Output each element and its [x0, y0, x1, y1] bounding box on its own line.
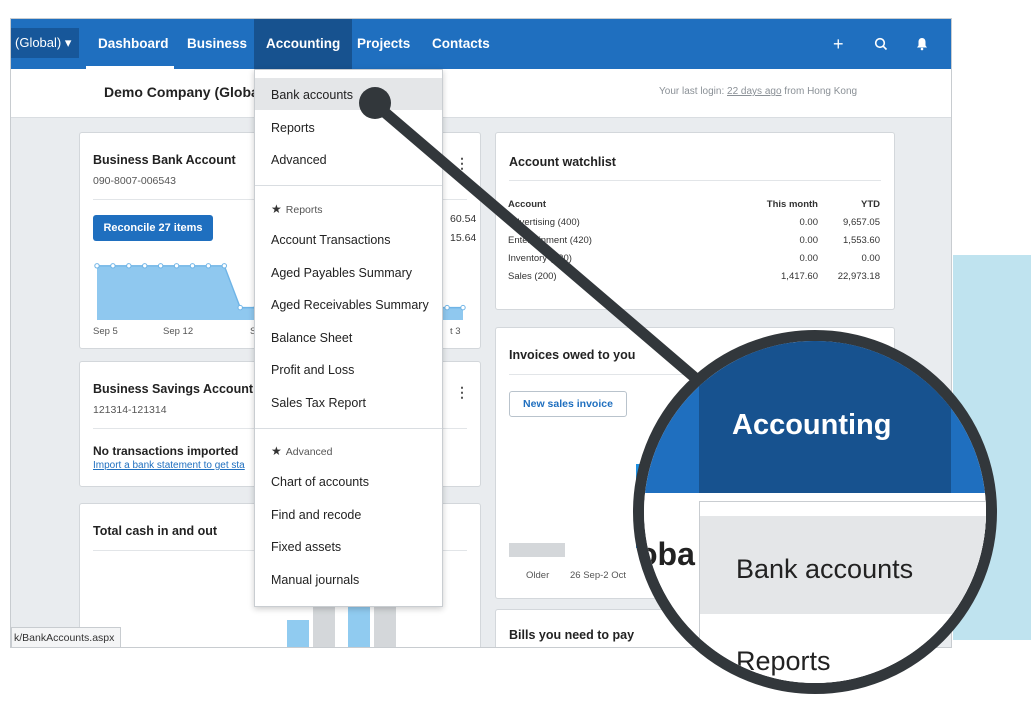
zoomed-company-fragment: oba [638, 536, 695, 572]
zoomed-bank-accounts: Bank accounts [736, 554, 914, 584]
zoomed-accounting-label: Accounting [732, 409, 892, 441]
zoom-magnifier: Accounting P oba Bank accounts Reports [633, 330, 997, 694]
zoomed-reports: Reports [736, 646, 831, 676]
